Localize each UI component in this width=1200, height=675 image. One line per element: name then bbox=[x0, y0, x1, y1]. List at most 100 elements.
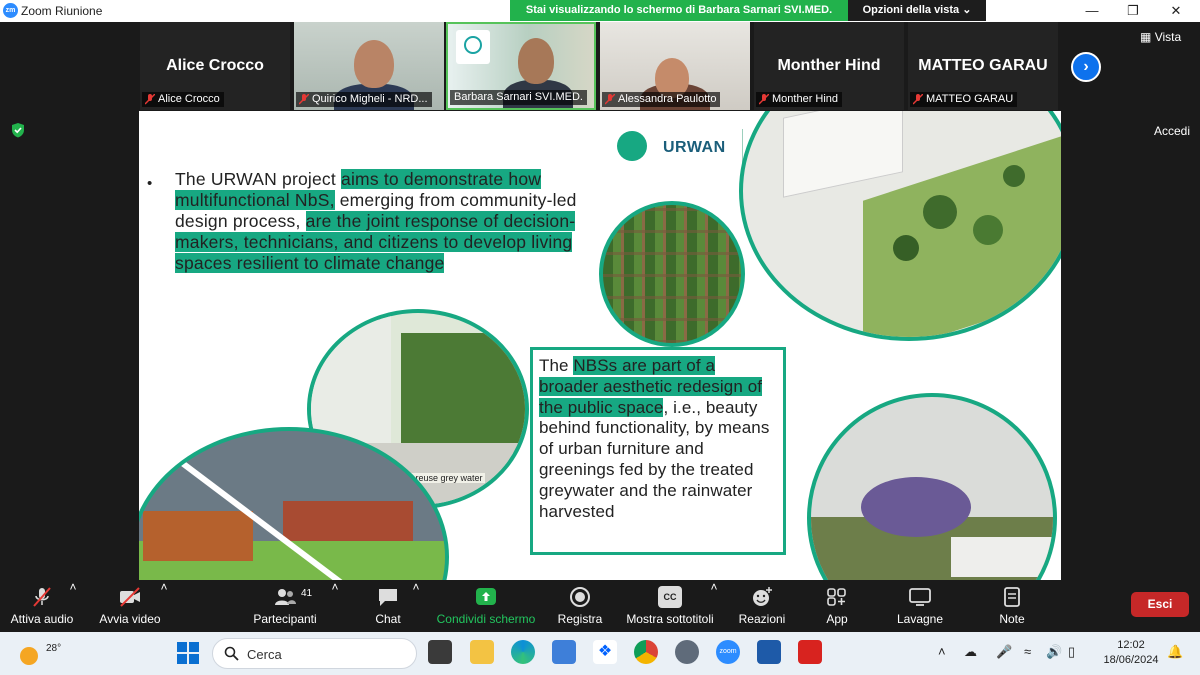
view-label: Vista bbox=[1154, 30, 1182, 44]
chevron-right-icon: › bbox=[1083, 58, 1089, 75]
captions-options-chevron-icon[interactable]: ˄ bbox=[710, 580, 718, 594]
zoom-app-icon[interactable]: zoom bbox=[716, 640, 740, 664]
sign-in-link[interactable]: Accedi bbox=[1154, 124, 1190, 138]
window-title: Zoom Riunione bbox=[21, 4, 103, 18]
notification-bell-icon[interactable]: 🔔 bbox=[1167, 644, 1183, 660]
security-shield-icon[interactable] bbox=[10, 122, 26, 138]
planter-rows bbox=[603, 205, 741, 343]
participants-options-chevron-icon[interactable]: ˄ bbox=[331, 580, 339, 594]
chat-options-chevron-icon[interactable]: ˄ bbox=[412, 580, 420, 594]
captions-button[interactable]: CC Mostra sottotitoli bbox=[622, 580, 718, 632]
chevron-down-icon: ⌄ bbox=[962, 4, 972, 16]
minimize-button[interactable]: — bbox=[1072, 0, 1112, 22]
participant-name-label: Monther Hind bbox=[756, 92, 843, 107]
photos-app-icon[interactable] bbox=[757, 640, 781, 664]
project-logo-icon bbox=[464, 36, 482, 54]
meeting-toolbar: Attiva audio ˄ Avvia video ˄ 41 Partecip… bbox=[0, 580, 1200, 632]
participant-name-label: Barbara Sarnari SVI.MED. bbox=[450, 90, 587, 105]
mic-muted-icon bbox=[913, 94, 923, 105]
clock-time: 12:02 bbox=[1117, 639, 1145, 651]
leave-meeting-button[interactable]: Esci bbox=[1131, 592, 1189, 617]
participant-tile[interactable]: MATTEO GARAU MATTEO GARAU bbox=[908, 22, 1058, 110]
participant-video-tile[interactable]: Alessandra Paulotto bbox=[600, 22, 750, 110]
wifi-icon[interactable]: ≈ bbox=[1024, 644, 1031, 659]
bench-render bbox=[283, 501, 413, 541]
share-banner-message: Stai visualizzando lo schermo di Barbara… bbox=[525, 4, 833, 16]
view-button[interactable]: ▦ Vista bbox=[1140, 30, 1181, 44]
participants-button[interactable]: 41 Partecipanti bbox=[248, 580, 322, 632]
participants-count: 41 bbox=[301, 588, 313, 599]
whiteboards-label: Lavagne bbox=[896, 612, 944, 626]
participant-tile[interactable]: Alice Crocco Alice Crocco bbox=[140, 22, 290, 110]
audio-label: Attiva audio bbox=[10, 612, 74, 626]
audio-options-chevron-icon[interactable]: ˄ bbox=[69, 580, 77, 594]
chat-button[interactable]: Chat bbox=[368, 580, 408, 632]
share-screen-icon bbox=[476, 588, 496, 605]
participant-face bbox=[518, 38, 554, 84]
taskbar-search-box[interactable]: Cerca bbox=[212, 638, 417, 669]
tree-render bbox=[893, 235, 919, 261]
smiley-icon bbox=[753, 587, 772, 606]
participant-name: Alice Crocco bbox=[158, 93, 220, 105]
video-off-icon bbox=[120, 587, 140, 607]
battery-icon[interactable]: ▯ bbox=[1068, 644, 1075, 660]
participant-name-label: Quirico Migheli - NRD... bbox=[296, 92, 432, 107]
participant-name: MATTEO GARAU bbox=[926, 93, 1014, 105]
whiteboard-icon bbox=[909, 588, 931, 606]
windows-start-icon[interactable] bbox=[177, 642, 199, 664]
share-screen-label: Condividi schermo bbox=[436, 612, 536, 626]
record-button[interactable]: Registra bbox=[552, 580, 608, 632]
apps-button[interactable]: App bbox=[818, 580, 856, 632]
search-icon bbox=[224, 646, 239, 661]
show-hidden-icons-chevron-icon[interactable]: ˄ bbox=[938, 644, 946, 659]
onedrive-cloud-icon[interactable]: ☁ bbox=[964, 644, 977, 660]
weather-widget[interactable]: 28° bbox=[18, 638, 61, 668]
active-speaker-tile[interactable]: Barbara Sarnari SVI.MED. bbox=[446, 22, 596, 110]
microphone-icon[interactable]: 🎤 bbox=[996, 644, 1012, 660]
participant-face bbox=[354, 40, 394, 88]
file-explorer-icon[interactable] bbox=[470, 640, 494, 664]
participant-video-tile[interactable]: Quirico Migheli - NRD... bbox=[294, 22, 444, 110]
tree-render bbox=[923, 195, 957, 229]
video-button[interactable]: Avvia video bbox=[96, 580, 164, 632]
participant-name: Monther Hind bbox=[772, 93, 839, 105]
speaker-icon[interactable]: 🔊 bbox=[1046, 644, 1062, 660]
mic-muted-icon bbox=[605, 94, 615, 105]
participant-display-name: Alice Crocco bbox=[166, 57, 264, 74]
urwan-logo-icon bbox=[617, 131, 647, 161]
building-render bbox=[783, 111, 903, 198]
search-placeholder: Cerca bbox=[247, 647, 282, 662]
acrobat-reader-icon[interactable] bbox=[798, 640, 822, 664]
participant-tile[interactable]: Monther Hind Monther Hind bbox=[754, 22, 904, 110]
maximize-button[interactable]: ❐ bbox=[1113, 0, 1153, 22]
edge-browser-icon[interactable] bbox=[511, 640, 535, 664]
apps-icon bbox=[827, 588, 846, 606]
system-clock[interactable]: 12:02 18/06/2024 bbox=[1100, 638, 1162, 668]
temperature: 28° bbox=[46, 643, 62, 654]
share-screen-button[interactable]: Condividi schermo bbox=[436, 580, 536, 632]
shared-screen-slide: • The URWAN project aims to demonstrate … bbox=[139, 111, 1061, 580]
notes-button[interactable]: Note bbox=[992, 580, 1032, 632]
reactions-button[interactable]: Reazioni bbox=[737, 580, 787, 632]
whiteboards-button[interactable]: Lavagne bbox=[895, 580, 945, 632]
dropbox-icon[interactable]: ❖ bbox=[593, 640, 617, 664]
slide-bullet-text: The URWAN project aims to demonstrate ho… bbox=[175, 169, 595, 274]
participant-name-label: Alessandra Paulotto bbox=[602, 92, 721, 107]
apps-label: App bbox=[826, 612, 848, 626]
record-label: Registra bbox=[557, 612, 603, 626]
windows-taskbar: 28° Cerca ❖ zoom ˄ ☁ 🎤 ≈ 🔊 ▯ 12:02 18/06… bbox=[0, 632, 1200, 675]
tree-render bbox=[973, 215, 1003, 245]
video-label: Avvia video bbox=[99, 612, 161, 626]
task-view-icon[interactable] bbox=[428, 640, 452, 664]
microsoft-store-icon[interactable] bbox=[552, 640, 576, 664]
vertical-garden-render bbox=[401, 333, 525, 453]
video-options-chevron-icon[interactable]: ˄ bbox=[160, 580, 168, 594]
close-button[interactable]: ✕ bbox=[1156, 0, 1196, 22]
view-options-button[interactable]: Opzioni della vista ⌄ bbox=[848, 0, 986, 21]
chrome-icon[interactable] bbox=[634, 640, 658, 664]
highlight-text-box: The NBSs are part of a broader aesthetic… bbox=[530, 347, 786, 555]
settings-gear-icon[interactable] bbox=[675, 640, 699, 664]
next-page-button[interactable]: › bbox=[1071, 52, 1101, 82]
zoom-window: zm Zoom Riunione — ❐ ✕ Stai visualizzand… bbox=[0, 0, 1200, 675]
participant-name: Quirico Migheli - NRD... bbox=[312, 93, 428, 105]
